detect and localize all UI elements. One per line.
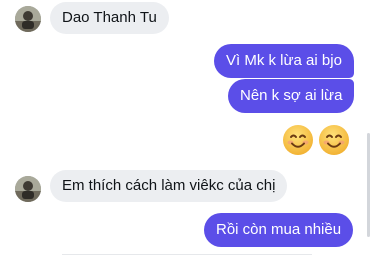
message-text: Dao Thanh Tu	[62, 9, 157, 26]
message-bubble-incoming[interactable]: Dao Thanh Tu	[50, 2, 169, 34]
message-bubble-incoming[interactable]: Em thích cách làm viêkc của chị	[50, 170, 288, 202]
message-bubble-outgoing[interactable]: Nên k sợ ai lừa	[228, 79, 355, 113]
smiling-face-icon	[318, 124, 350, 156]
smiling-face-icon	[282, 124, 314, 156]
message-text: Nên k sợ ai lừa	[240, 87, 343, 104]
divider	[62, 254, 312, 255]
avatar[interactable]	[15, 176, 41, 202]
avatar[interactable]	[15, 6, 41, 32]
chat-thread: Dao Thanh Tu Vì Mk k lừa ai bjo Nên k sợ…	[0, 0, 374, 257]
message-text: Em thích cách làm viêkc của chị	[62, 177, 276, 194]
message-bubble-outgoing[interactable]: Vì Mk k lừa ai bjo	[214, 44, 354, 78]
message-text: Vì Mk k lừa ai bjo	[226, 52, 342, 69]
emoji-message[interactable]	[282, 124, 350, 156]
avatar-photo	[15, 176, 41, 202]
scrollbar-thumb[interactable]	[367, 133, 370, 237]
message-text: Rồi còn mua nhiều	[216, 221, 342, 238]
message-bubble-outgoing[interactable]: Rồi còn mua nhiều	[204, 213, 354, 247]
avatar-photo	[15, 6, 41, 32]
